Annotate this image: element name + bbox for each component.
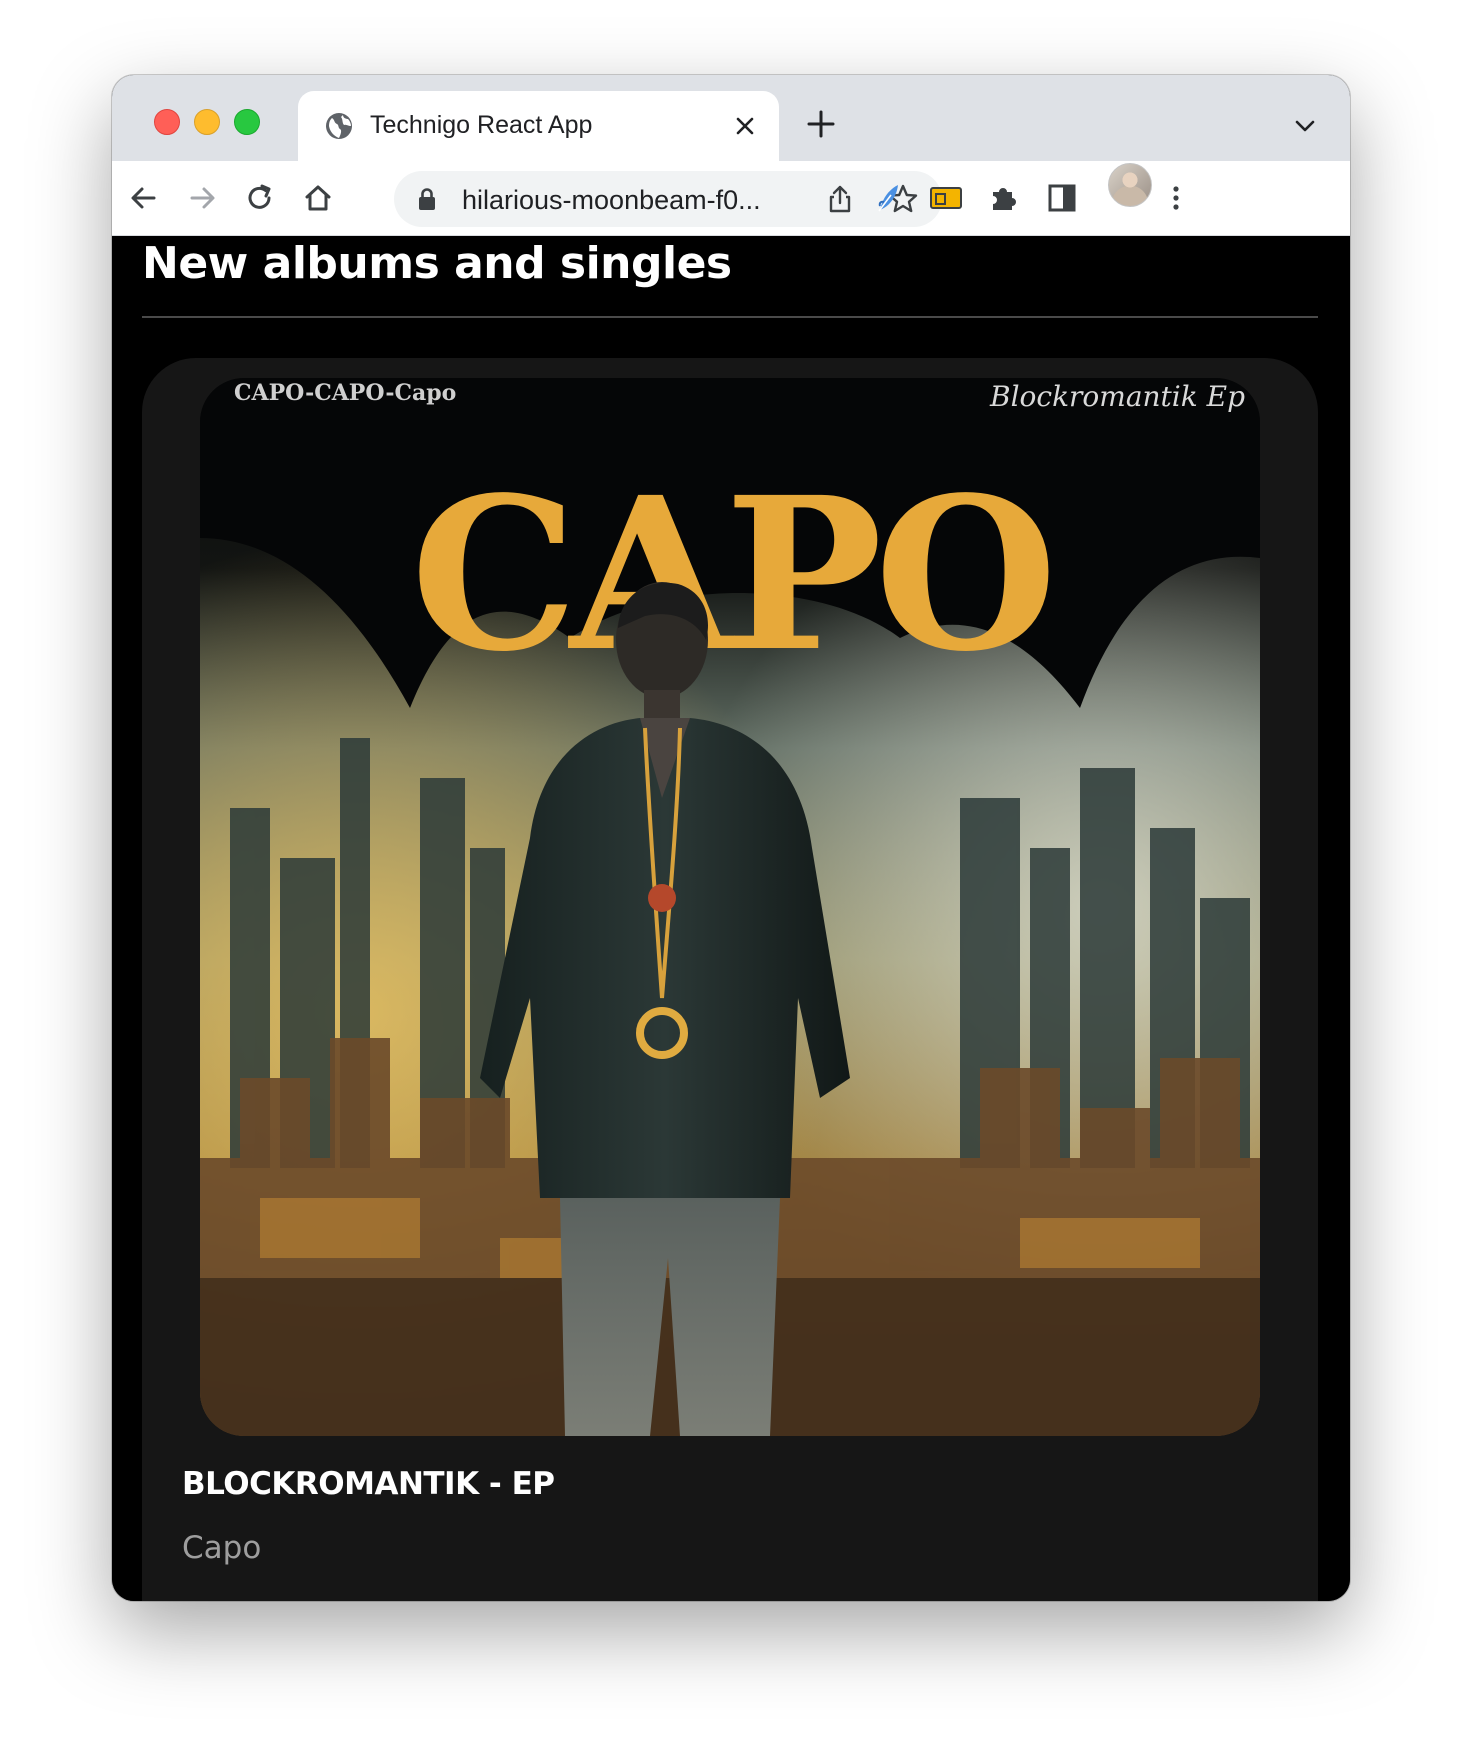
extension-feather-icon[interactable] [870,180,906,216]
album-card[interactable]: CAPO-CAPO-Capo Blockromantik Ep CAPO BLO… [142,358,1318,1601]
cover-logo-text: CAPO [411,451,1050,698]
tab-strip: Technigo React App [112,75,1350,161]
side-panel-icon[interactable] [1044,180,1080,216]
close-tab-button[interactable] [728,109,762,143]
minimize-window-button[interactable] [194,109,220,135]
browser-toolbar: hilarious-moonbeam-f0... [112,161,1350,236]
globe-icon [326,113,352,139]
close-window-button[interactable] [154,109,180,135]
extensions-puzzle-icon[interactable] [986,180,1022,216]
reload-icon[interactable] [242,180,278,216]
new-tab-button[interactable] [804,107,838,141]
page-content: New albums and singles CAPO-CAPO-Capo Bl… [112,236,1350,1601]
chevron-down-icon[interactable] [1292,113,1318,139]
browser-tab[interactable]: Technigo React App [298,91,779,161]
url-text: hilarious-moonbeam-f0... [462,185,761,215]
album-cover-image[interactable]: CAPO-CAPO-Capo Blockromantik Ep CAPO [200,378,1260,1436]
close-icon [736,117,754,135]
tab-title: Technigo React App [370,111,593,139]
album-title[interactable]: BLOCKROMANTIK - EP [182,1466,555,1502]
more-menu-icon[interactable] [1158,180,1194,216]
extension-window-icon[interactable] [928,180,964,216]
forward-arrow-icon[interactable] [184,180,220,216]
home-icon[interactable] [300,180,336,216]
address-bar[interactable]: hilarious-moonbeam-f0... [394,171,942,227]
lock-icon [419,188,435,210]
section-divider [142,316,1318,318]
profile-avatar[interactable] [1108,163,1152,207]
maximize-window-button[interactable] [234,109,260,135]
cover-text-top-left: CAPO-CAPO-Capo [234,380,456,406]
section-title: New albums and singles [142,238,732,289]
album-artist[interactable]: Capo [182,1530,261,1566]
share-icon[interactable] [824,183,856,215]
browser-window: Technigo React App hilarious-moonbeam-f0… [112,75,1350,1601]
back-arrow-icon[interactable] [126,180,162,216]
cover-text-top-right: Blockromantik Ep [989,380,1245,413]
